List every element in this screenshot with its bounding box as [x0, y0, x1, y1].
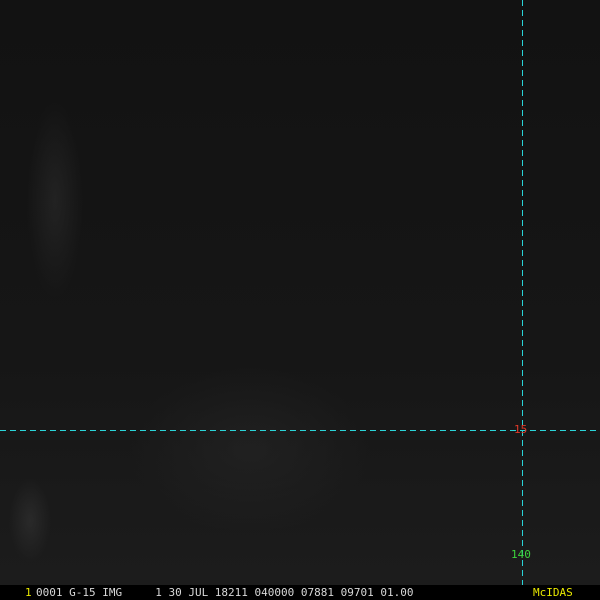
image-metadata-line: 0001 G-15 IMG 1 30 JUL 18211 040000 0788… — [36, 586, 414, 599]
mcidas-brand: McIDAS — [533, 586, 573, 599]
satellite-image-frame: 15 140 1 0001 G-15 IMG 1 30 JUL 18211 04… — [0, 0, 600, 600]
graticule-overlay — [0, 0, 600, 586]
longitude-label: 140 — [511, 548, 531, 561]
frame-number: 1 — [25, 586, 32, 599]
latitude-label: 15 — [514, 423, 528, 436]
